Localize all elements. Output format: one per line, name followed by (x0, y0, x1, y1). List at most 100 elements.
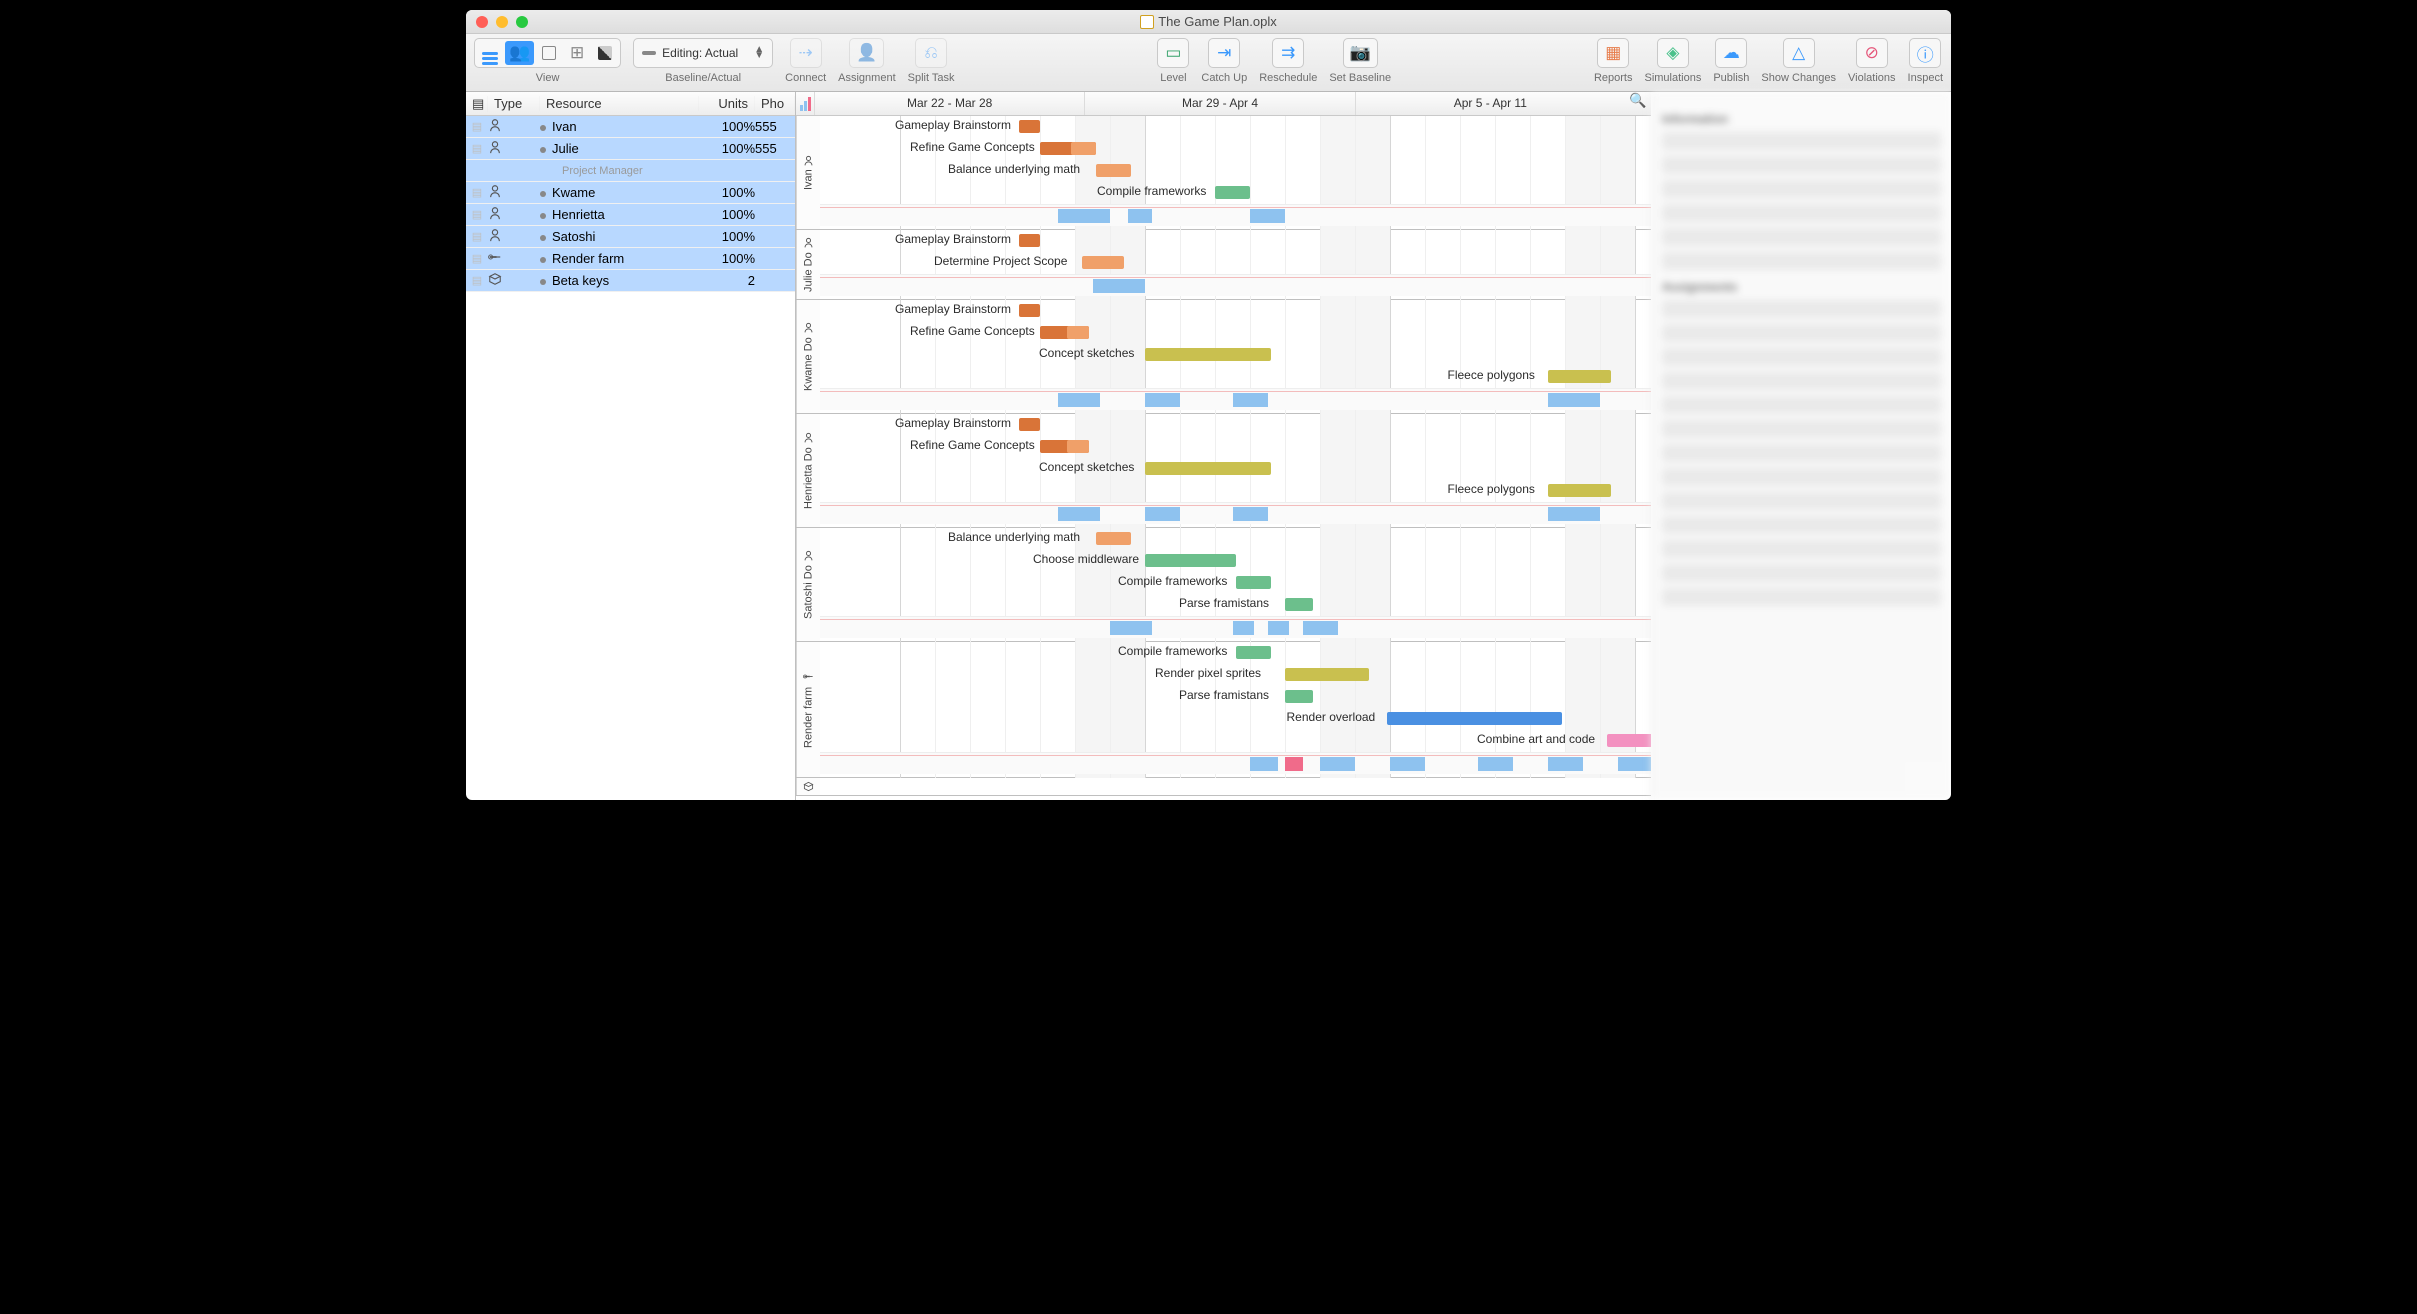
resource-name: Satoshi (552, 229, 595, 244)
utilization-segment (1110, 621, 1152, 635)
phone-header[interactable]: Pho (755, 96, 795, 111)
view-network-icon[interactable]: ⊞ (564, 41, 590, 65)
split-task-button[interactable]: ⎌ (918, 41, 944, 65)
toolbar: 👥 ⊞ View Editing: Actual ▲▼ Baseline/Act… (466, 34, 1951, 92)
person-icon (488, 206, 540, 223)
resource-name: Beta keys (552, 273, 609, 288)
inspector-panel[interactable]: Information Assignments (1651, 92, 1951, 800)
reports-label: Reports (1594, 72, 1633, 84)
task-bar[interactable] (1285, 598, 1313, 611)
simulations-button[interactable]: ◈ (1660, 41, 1686, 65)
utilization-segment (1233, 507, 1268, 521)
resource-row[interactable]: ▤Henrietta100% (466, 204, 795, 226)
inspect-button[interactable]: ⓘ (1912, 41, 1938, 65)
task-bar[interactable] (1285, 690, 1313, 703)
task-bar[interactable] (1236, 576, 1271, 589)
show-changes-button[interactable]: △ (1786, 41, 1812, 65)
view-tasks-icon[interactable] (477, 41, 503, 65)
utilization-segment (1548, 393, 1601, 407)
resource-units: 100% (699, 251, 755, 266)
gantt-header: Mar 22 - Mar 28Mar 29 - Apr 4Apr 5 - Apr… (796, 92, 1651, 116)
task-label: Render overload (1287, 710, 1376, 724)
simulations-label: Simulations (1644, 72, 1701, 84)
view-resources-icon[interactable]: 👥 (505, 41, 534, 65)
task-label: Refine Game Concepts (910, 438, 1035, 452)
resource-row[interactable]: ▤Beta keys2 (466, 270, 795, 292)
task-bar[interactable] (1082, 256, 1124, 269)
split-label: Split Task (908, 72, 955, 84)
utilization-row (820, 274, 1651, 296)
close-icon[interactable] (476, 16, 488, 28)
utilization-segment (1548, 507, 1601, 521)
utilization-segment (1268, 621, 1289, 635)
week-header[interactable]: Mar 22 - Mar 28 (814, 92, 1084, 115)
resource-row[interactable]: ▤Satoshi100% (466, 226, 795, 248)
reschedule-button[interactable]: ⇉ (1275, 41, 1301, 65)
swimlane-label: Julie Do (796, 230, 820, 299)
task-bar[interactable] (1145, 554, 1236, 567)
violations-button[interactable]: ⊘ (1859, 41, 1885, 65)
person-icon (488, 140, 540, 157)
app-window: The Game Plan.oplx 👥 ⊞ View Editing: Act… (466, 10, 1951, 800)
task-bar[interactable] (1145, 462, 1271, 475)
resource-units: 100% (699, 229, 755, 244)
level-label: Level (1160, 72, 1186, 84)
utilization-row (820, 616, 1651, 638)
set-baseline-button[interactable]: 📷 (1346, 41, 1375, 65)
task-bar[interactable] (1019, 234, 1040, 247)
resource-gantt[interactable]: Mar 22 - Mar 28Mar 29 - Apr 4Apr 5 - Apr… (796, 92, 1651, 800)
reschedule-label: Reschedule (1259, 72, 1317, 84)
week-header[interactable]: Apr 5 - Apr 11 (1355, 92, 1625, 115)
view-calendar-icon[interactable] (536, 41, 562, 65)
swimlane: IvanGameplay BrainstormRefine Game Conce… (796, 116, 1651, 230)
week-header[interactable]: Mar 29 - Apr 4 (1084, 92, 1354, 115)
task-label: Gameplay Brainstorm (895, 416, 1011, 430)
utilization-segment (1058, 209, 1111, 223)
resource-row[interactable]: ▤Julie100%555 (466, 138, 795, 160)
reports-button[interactable]: ▦ (1600, 41, 1626, 65)
swimlane: Julie DoGameplay BrainstormDetermine Pro… (796, 230, 1651, 300)
resource-header[interactable]: Resource (540, 96, 699, 111)
connect-button[interactable]: ⇢ (793, 41, 819, 65)
resource-name: Render farm (552, 251, 624, 266)
catchup-button[interactable]: ⇥ (1211, 41, 1237, 65)
utilization-segment (1285, 757, 1303, 771)
utilization-segment (1233, 621, 1254, 635)
publish-button[interactable]: ☁ (1718, 41, 1744, 65)
inspect-label: Inspect (1908, 72, 1943, 84)
task-bar[interactable] (1145, 348, 1271, 361)
utilization-segment (1303, 621, 1338, 635)
view-styles-icon[interactable] (592, 41, 618, 65)
showchanges-label: Show Changes (1761, 72, 1836, 84)
assignment-button[interactable]: 👤 (852, 41, 881, 65)
resource-units: 100% (699, 185, 755, 200)
task-label: Refine Game Concepts (910, 140, 1035, 154)
swimlane: Kwame DoGameplay BrainstormRefine Game C… (796, 300, 1651, 414)
search-icon[interactable]: 🔍 (1625, 92, 1651, 115)
level-button[interactable]: ▭ (1160, 41, 1186, 65)
units-header[interactable]: Units (699, 96, 755, 111)
task-bar[interactable] (1285, 668, 1369, 681)
resource-row[interactable]: ▤Render farm100% (466, 248, 795, 270)
publish-label: Publish (1713, 72, 1749, 84)
utilization-segment (1618, 757, 1652, 771)
minimize-icon[interactable] (496, 16, 508, 28)
task-bar[interactable] (1019, 418, 1040, 431)
load-chart-icon[interactable] (796, 92, 814, 115)
task-label: Parse framistans (1179, 688, 1269, 702)
zoom-icon[interactable] (516, 16, 528, 28)
task-label: Determine Project Scope (934, 254, 1067, 268)
type-header[interactable]: Type (488, 96, 540, 111)
task-bar[interactable] (1096, 164, 1131, 177)
resource-row[interactable]: ▤Ivan100%555 (466, 116, 795, 138)
task-bar[interactable] (1096, 532, 1131, 545)
resource-row[interactable]: ▤Kwame100% (466, 182, 795, 204)
baseline-actual-popup[interactable]: Editing: Actual ▲▼ (633, 38, 773, 68)
task-bar[interactable] (1387, 712, 1562, 725)
view-mode-segmented[interactable]: 👥 ⊞ (474, 38, 621, 68)
task-bar[interactable] (1019, 304, 1040, 317)
outline-header: ▤ Type Resource Units Pho (466, 92, 795, 116)
task-bar[interactable] (1019, 120, 1040, 133)
resource-outline[interactable]: ▤ Type Resource Units Pho ▤Ivan100%555▤J… (466, 92, 796, 800)
task-label: Refine Game Concepts (910, 324, 1035, 338)
